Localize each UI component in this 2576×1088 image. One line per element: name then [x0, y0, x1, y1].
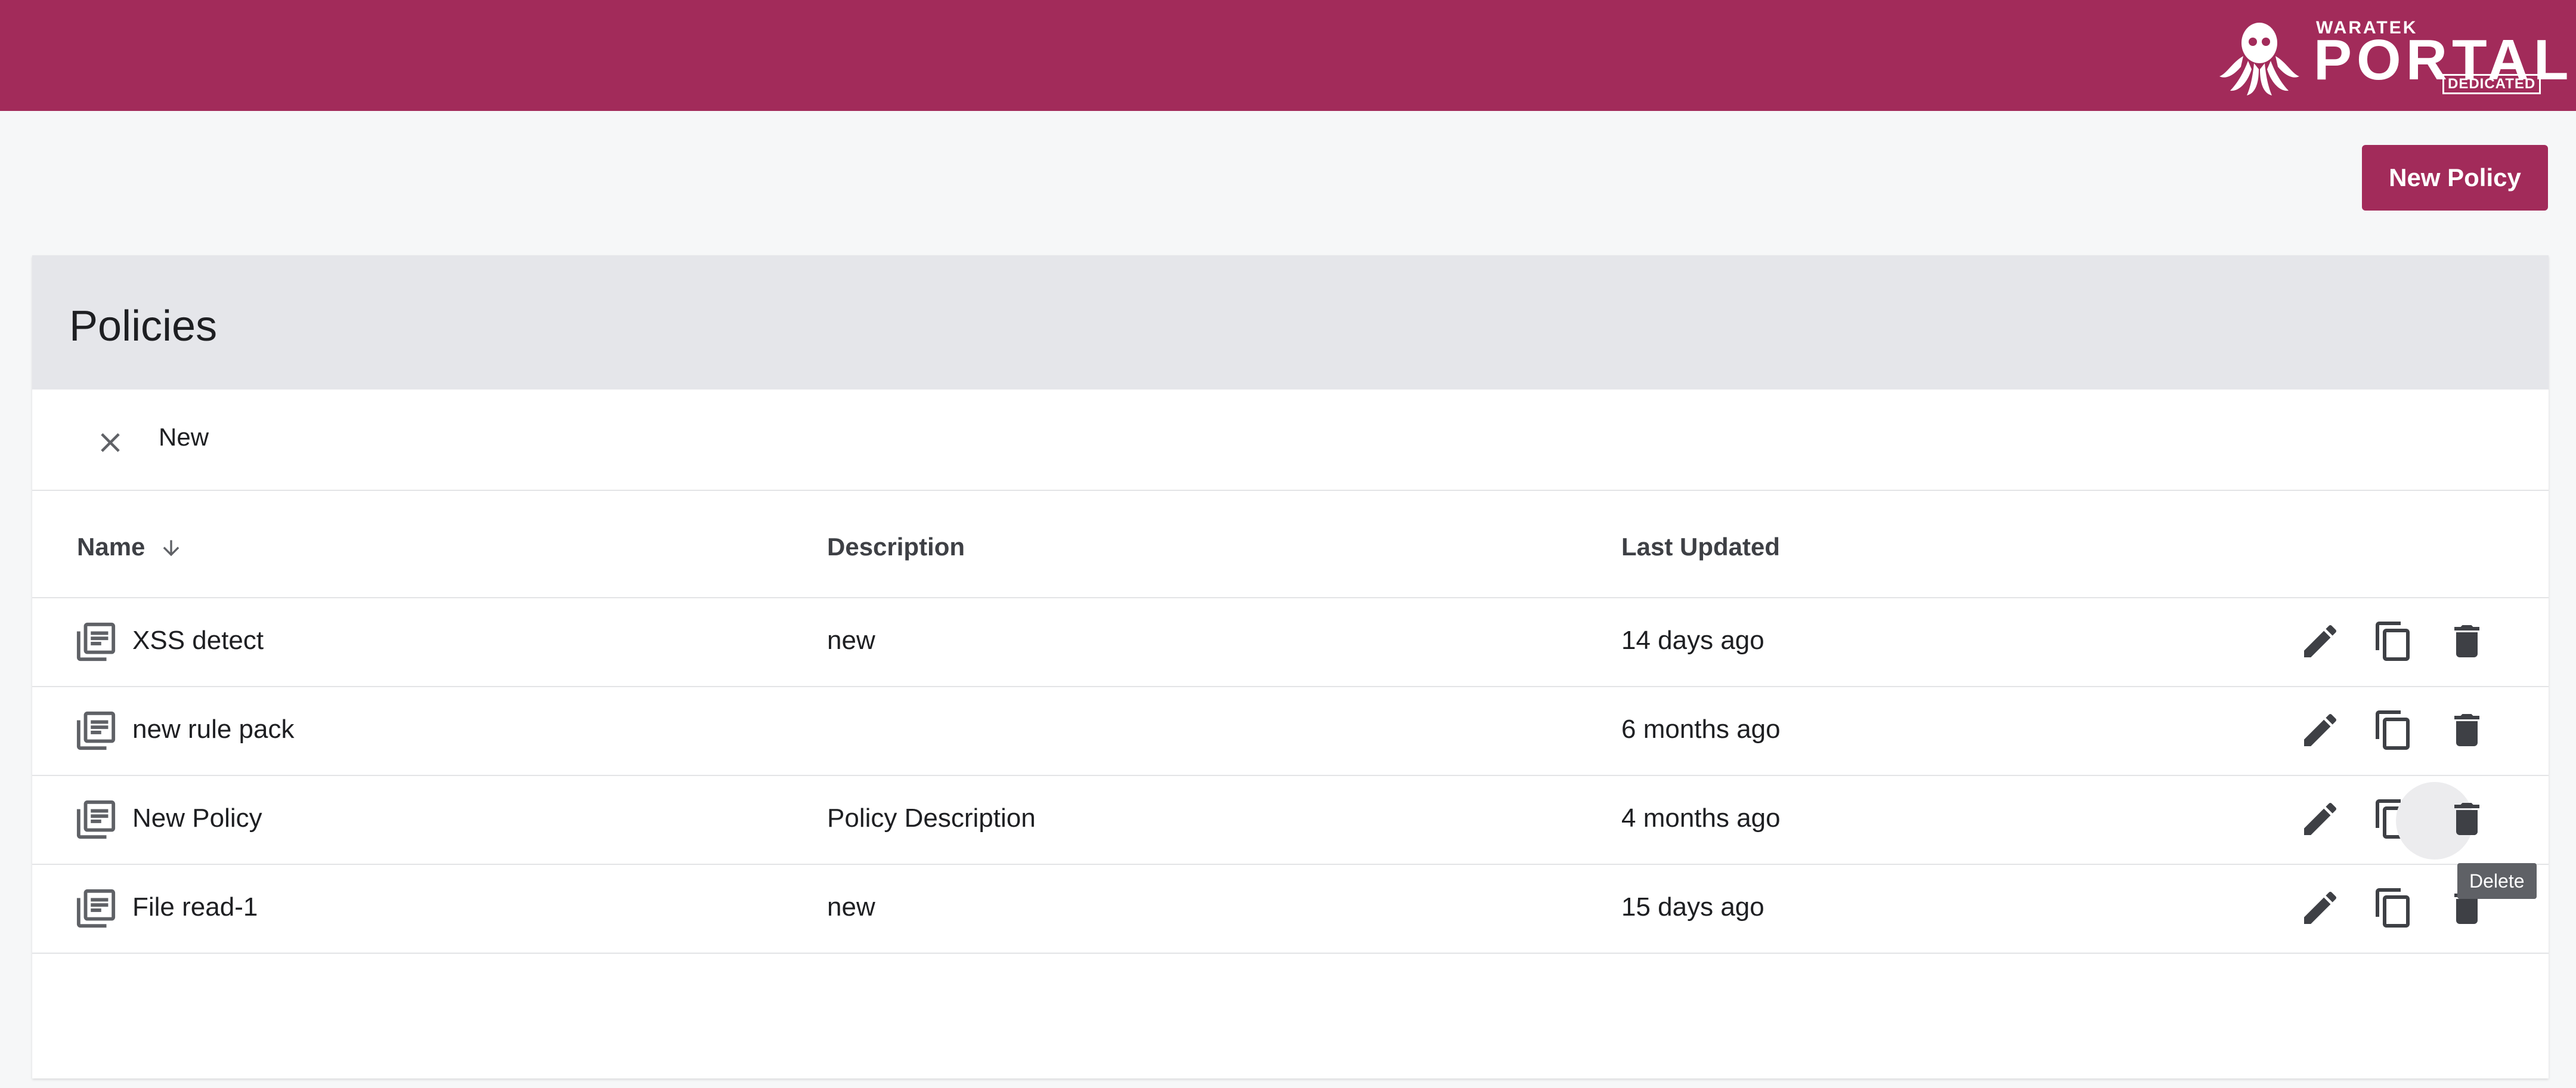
- table-row[interactable]: New Policy Policy Description 4 months a…: [32, 776, 2549, 865]
- delete-button-hovered[interactable]: [2445, 798, 2488, 840]
- table-row[interactable]: XSS detect new 14 days ago: [32, 598, 2549, 687]
- delete-icon: [2454, 714, 2479, 746]
- table-row[interactable]: new rule pack 6 months ago: [32, 687, 2549, 776]
- column-header-description[interactable]: Description: [827, 533, 965, 561]
- copy-icon: [2376, 888, 2410, 928]
- new-policy-button[interactable]: New Policy: [2362, 145, 2548, 211]
- copy-icon: [2376, 710, 2410, 750]
- panel-header: Policies: [32, 255, 2549, 390]
- delete-tooltip: Delete: [2457, 863, 2537, 899]
- delete-button[interactable]: [2445, 709, 2488, 752]
- policy-description: Policy Description: [827, 803, 1036, 833]
- portal-logo[interactable]: WARATEK PORTAL DEDICATED: [2215, 14, 2569, 98]
- policy-description: new: [827, 892, 875, 922]
- edit-button[interactable]: [2299, 886, 2342, 929]
- policy-last-updated: 15 days ago: [1621, 892, 1764, 922]
- policy-name[interactable]: new rule pack: [132, 715, 294, 744]
- delete-icon: [2454, 803, 2479, 835]
- delete-button[interactable]: [2445, 620, 2488, 663]
- copy-button[interactable]: [2372, 620, 2415, 663]
- copy-button[interactable]: [2372, 709, 2415, 752]
- filter-bar: New: [32, 390, 2549, 491]
- edit-icon: [2304, 891, 2337, 924]
- column-header-last-updated[interactable]: Last Updated: [1621, 533, 1780, 561]
- octopus-logo-icon: [2219, 23, 2299, 95]
- close-icon[interactable]: [94, 426, 126, 459]
- edit-button[interactable]: [2299, 798, 2342, 840]
- document-list-icon: [76, 711, 116, 750]
- policy-name[interactable]: File read-1: [132, 892, 258, 922]
- document-list-icon: [76, 800, 116, 839]
- column-header-name[interactable]: Name: [77, 533, 183, 561]
- page-title: Policies: [69, 302, 218, 350]
- policy-name[interactable]: XSS detect: [132, 626, 264, 656]
- edit-button[interactable]: [2299, 620, 2342, 663]
- edit-icon: [2304, 713, 2337, 746]
- policy-last-updated: 4 months ago: [1621, 803, 1781, 833]
- copy-icon: [2376, 622, 2410, 661]
- filter-chip-value[interactable]: New: [159, 423, 209, 452]
- policy-name[interactable]: New Policy: [132, 803, 262, 833]
- edit-icon: [2304, 802, 2337, 835]
- table-row[interactable]: File read-1 new 15 days ago: [32, 865, 2549, 954]
- arrow-down-icon[interactable]: [159, 536, 183, 560]
- edit-icon: [2304, 625, 2337, 657]
- logo-wordmark: WARATEK PORTAL DEDICATED: [2304, 14, 2569, 98]
- delete-icon: [2454, 625, 2479, 657]
- logo-edition: DEDICATED: [2442, 74, 2541, 94]
- document-list-icon: [76, 622, 116, 662]
- edit-button[interactable]: [2299, 709, 2342, 752]
- top-bar: WARATEK PORTAL DEDICATED: [0, 0, 2576, 111]
- column-header-name-label: Name: [77, 533, 145, 561]
- policy-last-updated: 6 months ago: [1621, 715, 1781, 744]
- policies-panel: Policies New Name Description Last Updat…: [32, 255, 2549, 1078]
- copy-button[interactable]: [2372, 886, 2415, 929]
- table-header: Name Description Last Updated: [32, 491, 2549, 598]
- policy-description: new: [827, 626, 875, 655]
- policy-last-updated: 14 days ago: [1621, 626, 1764, 655]
- document-list-icon: [76, 889, 116, 928]
